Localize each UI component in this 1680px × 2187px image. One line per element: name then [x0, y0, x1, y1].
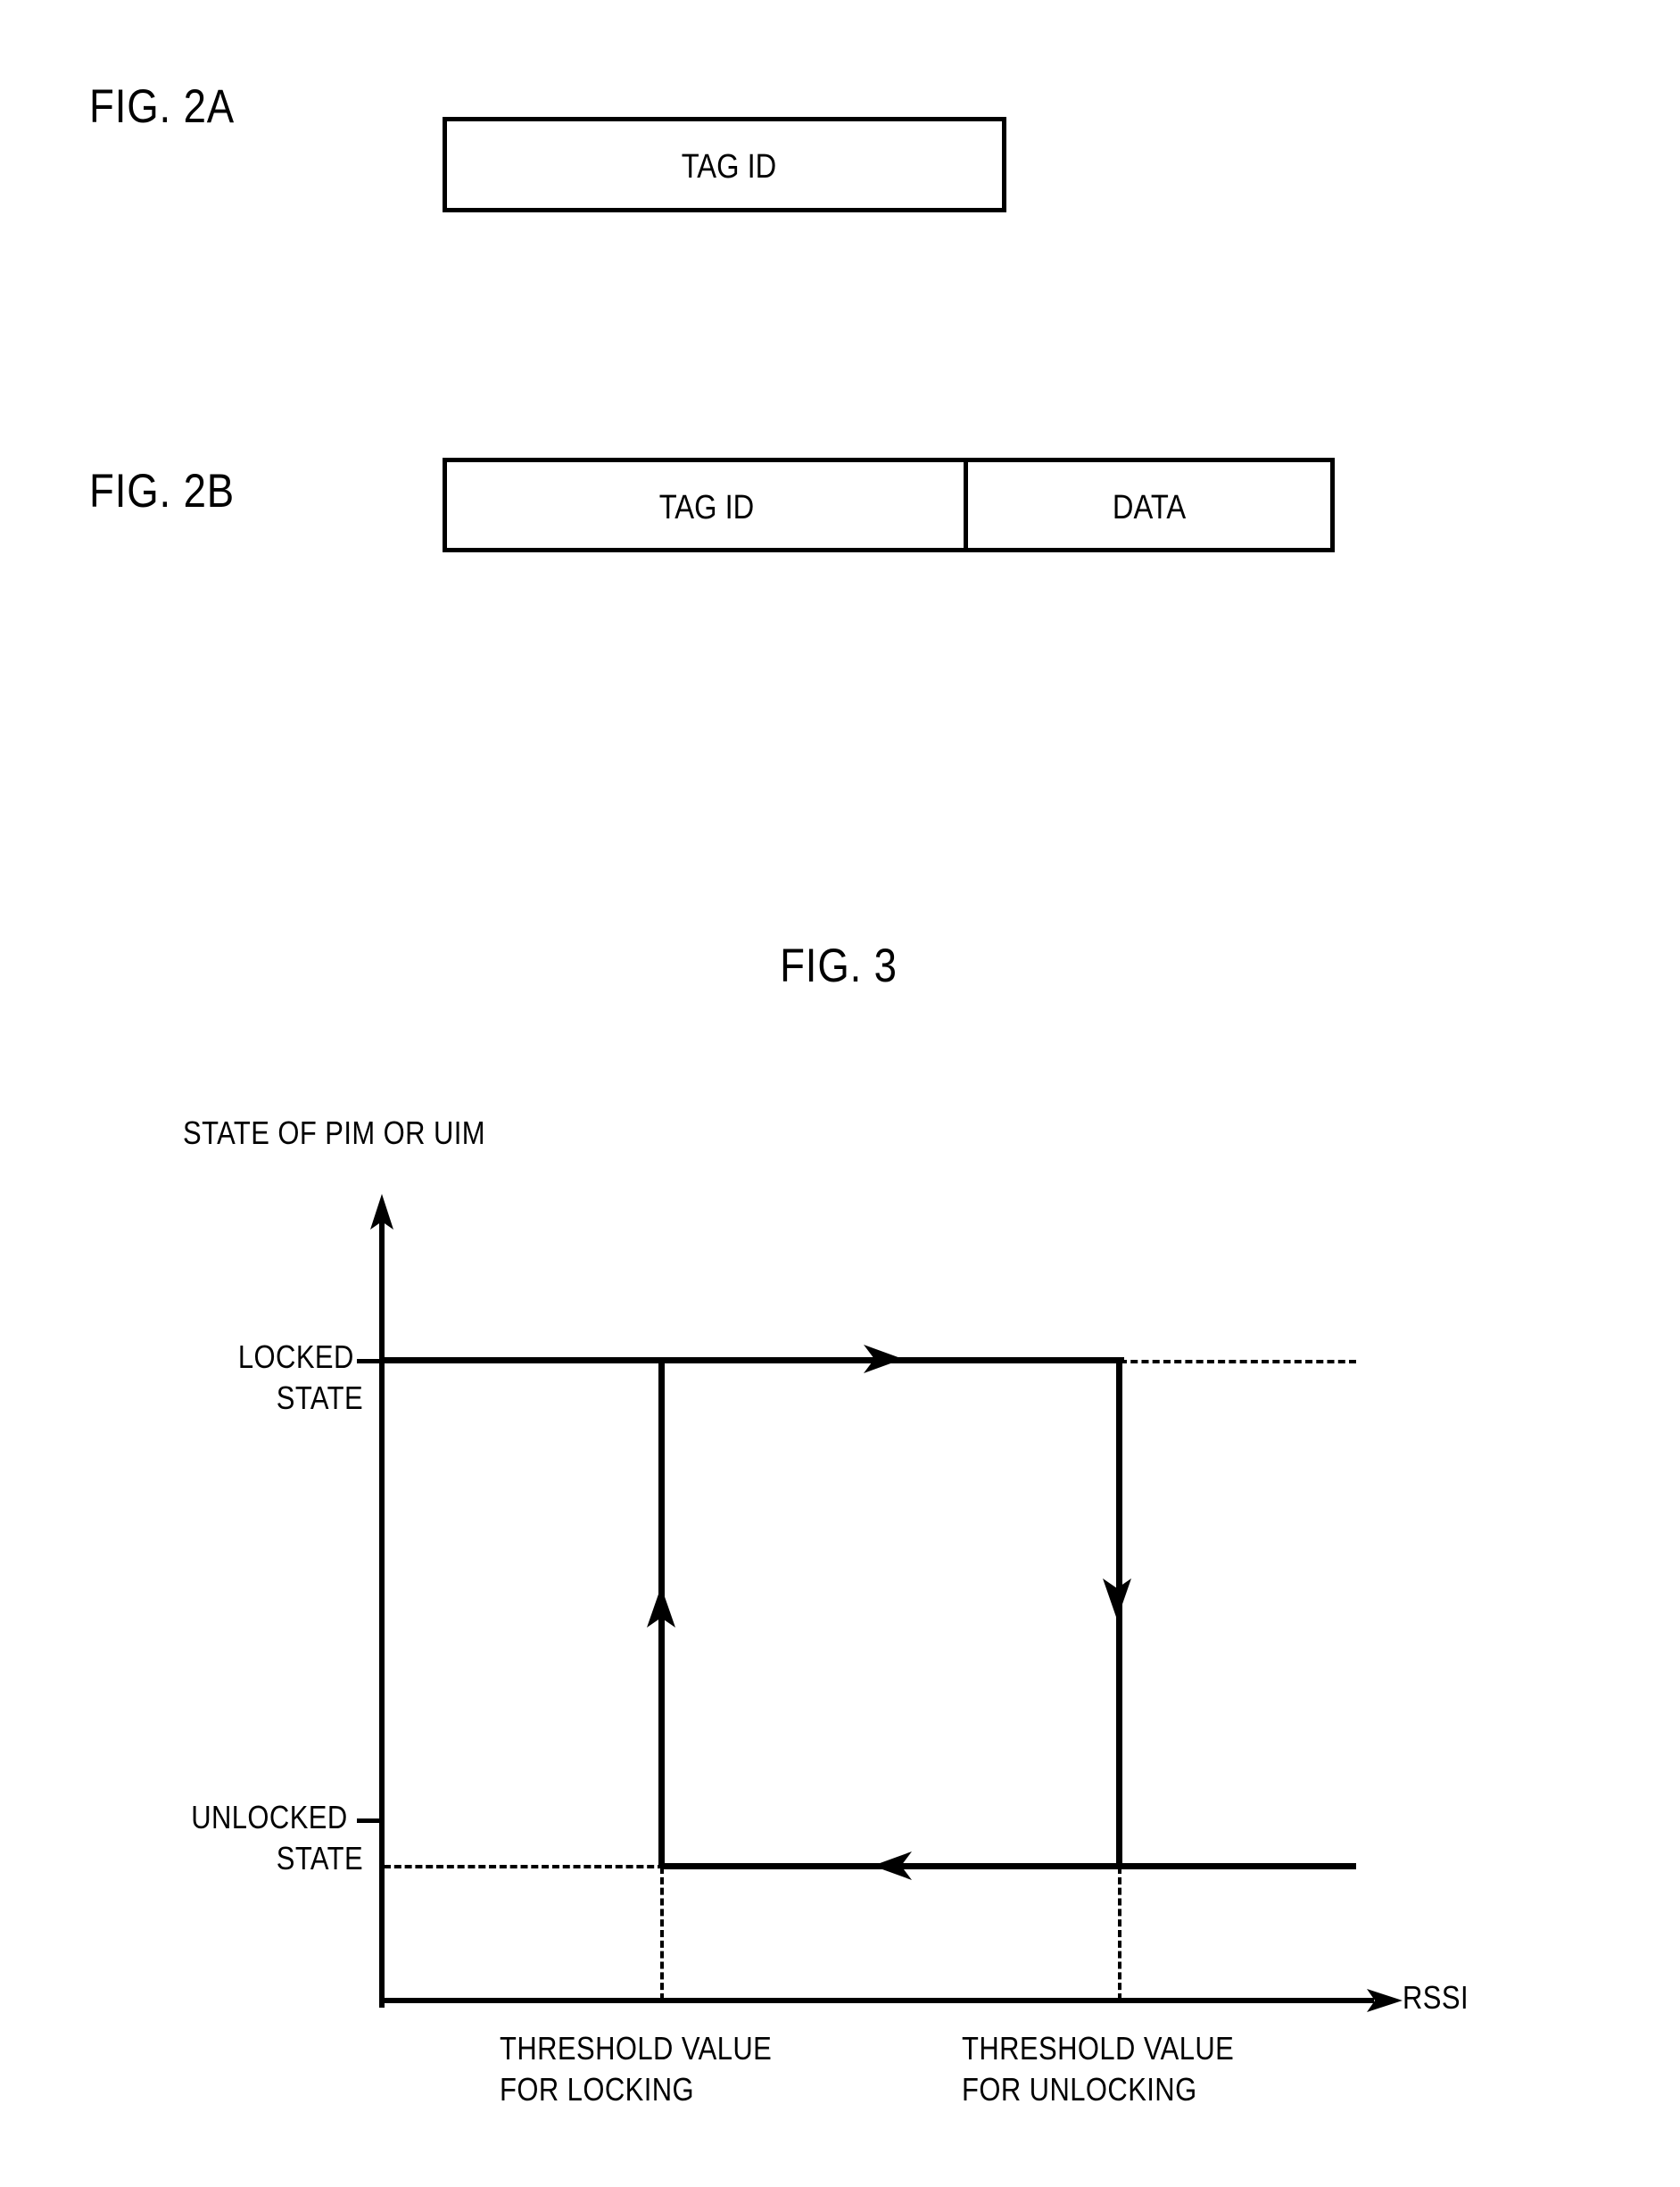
fig-3-title: FIG. 3 [780, 940, 898, 992]
fig-2b-cell-tag-id: TAG ID [658, 489, 755, 526]
curve-unlocked-plateau [660, 1863, 1356, 1869]
fig-3-x-axis-title: RSSI [1403, 1979, 1469, 2016]
guide-line-locked-level [1120, 1360, 1356, 1363]
y-tick-locked-line1: LOCKED [237, 1338, 354, 1375]
x-tick-threshold-unlocking-line1: THRESHOLD VALUE [962, 2030, 1235, 2067]
flow-arrow-left-icon [873, 1851, 912, 1880]
fig-2a-frame: TAG ID [443, 117, 1006, 212]
y-tick-mark-locked [357, 1359, 384, 1363]
y-tick-unlocked-line2: STATE [276, 1840, 364, 1876]
x-tick-threshold-locking-line1: THRESHOLD VALUE [500, 2030, 773, 2067]
fig-3-x-axis [379, 1998, 1374, 2003]
fig-3-y-axis [379, 1214, 385, 2008]
y-tick-unlocked-line1: UNLOCKED [191, 1799, 348, 1835]
x-axis-arrowhead-icon [1367, 1989, 1403, 2012]
fig-2b-cell-data: DATA [1112, 489, 1187, 526]
x-tick-threshold-unlocking-line2: FOR UNLOCKING [962, 2071, 1197, 2108]
fig-3-y-axis-title: STATE OF PIM OR UIM [183, 1114, 485, 1151]
fig-2a-cell-tag-id: TAG ID [681, 148, 777, 186]
x-tick-threshold-locking-line2: FOR LOCKING [500, 2071, 695, 2108]
patent-figure-sheet: FIG. 2A TAG ID FIG. 2B TAG ID DATA FIG. … [0, 0, 1680, 2187]
flow-arrow-right-icon [864, 1345, 903, 1373]
fig-2b-frame: TAG ID DATA [443, 458, 1335, 552]
fig-2b-label: FIG. 2B [89, 465, 236, 518]
y-tick-mark-unlocked [357, 1818, 384, 1823]
fig-2a-label: FIG. 2A [89, 80, 236, 133]
guide-line-threshold-locking [660, 1867, 664, 2001]
flow-arrow-down-icon [1103, 1578, 1131, 1620]
fig-2b-cell-divider [964, 462, 968, 548]
curve-locked-plateau [384, 1357, 1124, 1363]
y-axis-arrowhead-icon [370, 1194, 393, 1230]
y-tick-locked-line2: STATE [276, 1379, 364, 1416]
guide-line-unlocked-level [384, 1865, 665, 1868]
guide-line-threshold-unlocking [1118, 1867, 1121, 2001]
flow-arrow-up-icon [647, 1586, 675, 1628]
